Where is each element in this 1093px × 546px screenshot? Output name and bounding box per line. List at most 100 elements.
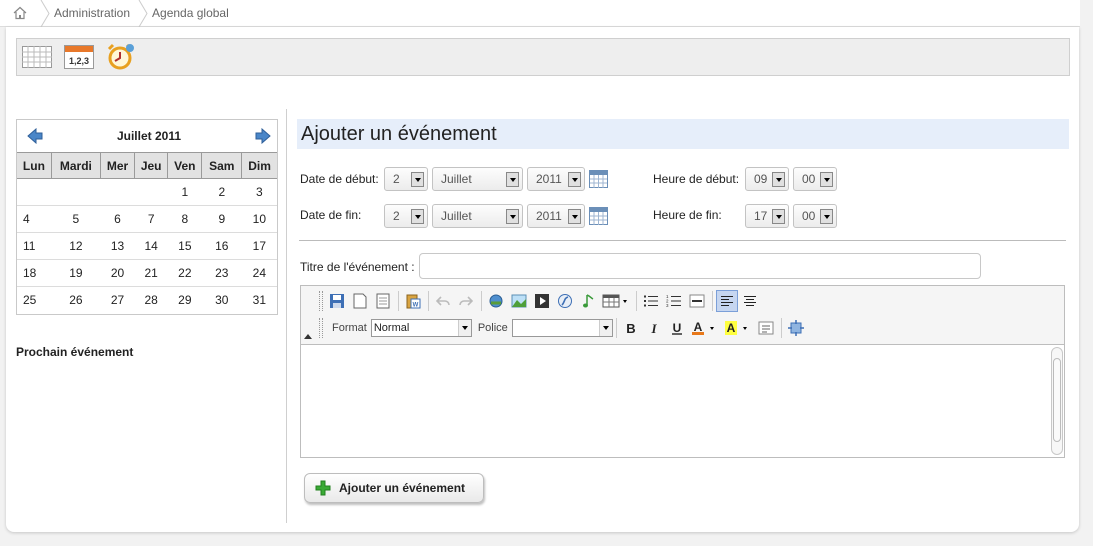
dropdown-arrow-icon (411, 172, 424, 187)
calendar-day[interactable]: 2 (201, 178, 242, 206)
calendar-day[interactable]: 19 (51, 259, 101, 287)
start-date-label: Date de début: (300, 172, 379, 186)
end-year-select[interactable]: 2011 (527, 204, 585, 228)
font-combo[interactable] (511, 319, 613, 337)
calendar-day[interactable]: 15 (167, 232, 202, 260)
calendar-day[interactable]: 20 (100, 259, 135, 287)
text-color-icon[interactable]: A (689, 317, 721, 339)
svg-text:B: B (626, 321, 635, 335)
align-center-icon[interactable] (739, 290, 761, 312)
end-date-calendar-icon[interactable] (589, 207, 608, 225)
calendar-day[interactable]: 25 (17, 287, 51, 314)
calendar-day[interactable]: 11 (17, 232, 52, 260)
svg-text:3: 3 (666, 303, 669, 308)
calendar-day[interactable]: 29 (168, 287, 202, 314)
link-icon[interactable] (485, 290, 507, 312)
scrollbar-thumb[interactable] (1053, 358, 1061, 442)
breadcrumb-administration[interactable]: Administration (50, 0, 138, 27)
calendar-day[interactable]: 8 (167, 205, 202, 233)
svg-text:1,2,3: 1,2,3 (69, 56, 89, 66)
calendar-week-row: 11 12 13 14 15 16 17 (17, 232, 277, 260)
calendar-day[interactable]: 6 (100, 205, 135, 233)
table-icon[interactable] (600, 290, 632, 312)
calendar-day[interactable]: 10 (241, 205, 277, 233)
start-date-calendar-icon[interactable] (589, 170, 608, 188)
calendar-day[interactable]: 24 (241, 259, 277, 287)
toolbar-separator (428, 291, 429, 311)
weekday-header: Lun (17, 152, 52, 179)
calendar-day[interactable]: 26 (51, 287, 100, 314)
format-combo[interactable]: Normal (370, 319, 472, 337)
add-event-button[interactable]: Ajouter un événement (304, 473, 484, 503)
numbered-list-editor-icon[interactable]: 123 (663, 290, 685, 312)
calendar-day[interactable]: 5 (51, 205, 101, 233)
underline-icon[interactable]: U (666, 317, 688, 339)
calendar-day[interactable]: 7 (134, 205, 168, 233)
end-day-value: 2 (393, 209, 400, 223)
calendar-day[interactable]: 28 (135, 287, 168, 314)
numbered-list-icon[interactable]: 1,2,3 (63, 42, 95, 72)
editor-scrollbar[interactable] (1051, 347, 1063, 455)
start-hour-select[interactable]: 09 (745, 167, 789, 191)
flash-icon[interactable] (554, 290, 576, 312)
new-page-icon[interactable] (349, 290, 371, 312)
dropdown-arrow-icon (772, 209, 785, 224)
calendar-day[interactable]: 18 (17, 259, 52, 287)
toolbar-separator (712, 291, 713, 311)
plus-icon (315, 480, 331, 496)
image-icon[interactable] (508, 290, 530, 312)
bulleted-list-icon[interactable] (640, 290, 662, 312)
prev-month-arrow-icon[interactable] (27, 128, 43, 144)
end-minute-select[interactable]: 00 (793, 204, 837, 228)
calendar-day[interactable]: 22 (167, 259, 202, 287)
calendar-day[interactable]: 13 (100, 232, 135, 260)
end-month-select[interactable]: Juillet (432, 204, 523, 228)
undo-icon[interactable] (432, 290, 454, 312)
end-hour-select[interactable]: 17 (745, 204, 789, 228)
home-icon[interactable] (0, 0, 40, 27)
calendar-day[interactable]: 16 (201, 232, 242, 260)
dropdown-arrow-icon (411, 209, 424, 224)
audio-note-icon[interactable] (577, 290, 599, 312)
italic-icon[interactable]: I (643, 317, 665, 339)
calendar-day[interactable]: 9 (201, 205, 242, 233)
start-time-label: Heure de début: (653, 172, 740, 186)
toolbar-separator (636, 291, 637, 311)
start-month-select[interactable]: Juillet (432, 167, 523, 191)
flash-media-icon[interactable] (531, 290, 553, 312)
month-view-icon[interactable] (21, 42, 53, 72)
horizontal-rule-icon[interactable] (686, 290, 708, 312)
editor-content-area[interactable] (301, 344, 1064, 457)
event-title-label: Titre de l'événement : (300, 260, 415, 274)
calendar-day[interactable]: 21 (134, 259, 168, 287)
source-code-icon[interactable] (755, 317, 777, 339)
start-year-select[interactable]: 2011 (527, 167, 585, 191)
redo-icon[interactable] (455, 290, 477, 312)
collapse-toolbar-icon[interactable] (304, 334, 312, 339)
calendar-day[interactable]: 31 (242, 287, 277, 314)
dropdown-arrow-icon (506, 172, 519, 187)
calendar-day[interactable]: 17 (241, 232, 277, 260)
alarm-clock-icon[interactable] (105, 42, 137, 72)
calendar-day[interactable]: 4 (17, 205, 52, 233)
background-color-icon[interactable]: A (722, 317, 754, 339)
paste-word-icon[interactable]: W (402, 290, 424, 312)
start-minute-select[interactable]: 00 (793, 167, 837, 191)
preview-icon[interactable] (372, 290, 394, 312)
next-month-arrow-icon[interactable] (255, 128, 271, 144)
calendar-day[interactable]: 30 (202, 287, 242, 314)
calendar-day[interactable]: 27 (100, 287, 134, 314)
event-title-input[interactable] (419, 253, 981, 279)
calendar-day[interactable]: 3 (241, 178, 277, 206)
calendar-day[interactable]: 23 (201, 259, 242, 287)
calendar-day[interactable]: 14 (134, 232, 168, 260)
calendar-day[interactable]: 12 (51, 232, 101, 260)
end-day-select[interactable]: 2 (384, 204, 428, 228)
align-left-icon[interactable] (716, 290, 738, 312)
maximize-icon[interactable] (785, 317, 807, 339)
calendar-day[interactable]: 1 (167, 178, 202, 206)
save-icon[interactable] (326, 290, 348, 312)
calendar-empty-cell (134, 178, 168, 206)
bold-icon[interactable]: B (620, 317, 642, 339)
start-day-select[interactable]: 2 (384, 167, 428, 191)
